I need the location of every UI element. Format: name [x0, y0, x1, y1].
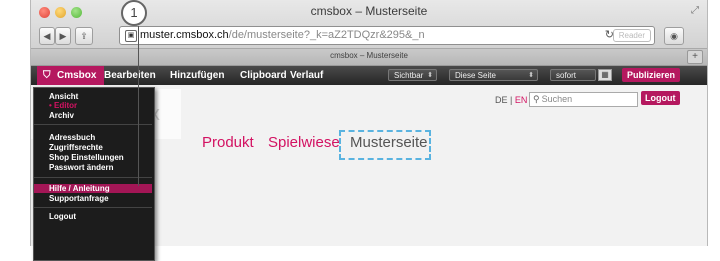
- cmsbox-dropdown-menu: Ansicht • Editor Archiv Adressbuch Zugri…: [33, 87, 155, 261]
- callout-badge: 1: [121, 0, 147, 26]
- url-text[interactable]: muster.cmsbox.ch/de/musterseite?_k=aZ2TD…: [140, 29, 425, 41]
- nav-hinzufuegen[interactable]: Hinzufügen: [170, 66, 224, 85]
- menu-item-adressbuch[interactable]: Adressbuch: [34, 133, 152, 142]
- url-host: muster.cmsbox.ch: [140, 29, 229, 41]
- menu-item-archiv[interactable]: Archiv: [34, 111, 152, 120]
- lang-separator: |: [510, 95, 513, 105]
- visibility-select-value: Sichtbar: [394, 71, 424, 80]
- select-arrows-icon: ⬍: [427, 72, 433, 79]
- new-tab-button[interactable]: +: [687, 50, 703, 64]
- lang-en[interactable]: EN: [515, 95, 528, 105]
- nav-musterseite[interactable]: Musterseite: [350, 134, 428, 151]
- search-input[interactable]: ⚲ Suchen: [529, 92, 638, 107]
- nav-verlauf[interactable]: Verlauf: [290, 66, 323, 85]
- menu-item-passwort-aendern[interactable]: Passwort ändern: [34, 163, 152, 172]
- forward-button[interactable]: ▶: [55, 27, 71, 45]
- share-button[interactable]: ⇪: [75, 27, 93, 45]
- scope-select[interactable]: Diese Seite ⬍: [449, 69, 538, 81]
- select-arrows-icon: ⬍: [528, 72, 534, 79]
- nav-clipboard[interactable]: Clipboard: [240, 66, 287, 85]
- language-switcher: DE | EN: [495, 95, 527, 105]
- address-bar[interactable]: ▣ muster.cmsbox.ch/de/musterseite?_k=aZ2…: [119, 26, 655, 45]
- visibility-select[interactable]: Sichtbar ⬍: [388, 69, 437, 81]
- downloads-button[interactable]: ◉: [664, 27, 684, 45]
- scope-select-value: Diese Seite: [455, 71, 496, 80]
- menu-divider: [34, 177, 152, 178]
- tab-title[interactable]: cmsbox – Musterseite: [31, 51, 707, 60]
- nav-spielwiese[interactable]: Spielwiese: [268, 134, 340, 151]
- reader-button[interactable]: Reader: [612, 29, 651, 42]
- cmsbox-menu-label: Cmsbox: [57, 70, 97, 81]
- shield-icon: ⛉: [43, 70, 51, 81]
- logout-button[interactable]: Logout: [641, 91, 680, 105]
- menu-item-zugriffsrechte[interactable]: Zugriffsrechte: [34, 143, 152, 152]
- publish-button[interactable]: Publizieren: [622, 68, 681, 82]
- menu-item-shop-einstellungen[interactable]: Shop Einstellungen: [34, 153, 152, 162]
- search-placeholder: Suchen: [541, 94, 573, 104]
- lang-de[interactable]: DE: [495, 95, 508, 105]
- publish-date-value: sofort: [556, 71, 577, 80]
- url-path: /de/musterseite?_k=aZ2TDQzr&295&_n: [228, 29, 425, 41]
- cms-toolbar: ⛉ Cmsbox Bearbeiten Hinzufügen Clipboard …: [31, 66, 707, 85]
- nav-produkt[interactable]: Produkt: [202, 134, 254, 151]
- site-icon: ▣: [125, 30, 137, 42]
- menu-divider: [34, 124, 152, 125]
- menu-item-supportanfrage[interactable]: Supportanfrage: [34, 194, 152, 203]
- tab-bar: cmsbox – Musterseite +: [31, 49, 707, 66]
- nav-bearbeiten[interactable]: Bearbeiten: [104, 66, 156, 85]
- menu-divider: [34, 207, 152, 208]
- publish-date-input[interactable]: sofort: [550, 69, 596, 81]
- cmsbox-menu-button[interactable]: ⛉ Cmsbox: [37, 66, 105, 85]
- search-icon: ⚲: [533, 94, 540, 104]
- menu-item-hilfe-anleitung[interactable]: Hilfe / Anleitung: [34, 184, 152, 193]
- menu-item-ansicht[interactable]: Ansicht: [34, 92, 152, 101]
- menu-item-logout[interactable]: Logout: [34, 212, 152, 221]
- back-button[interactable]: ◀: [39, 27, 55, 45]
- calendar-icon[interactable]: ▦: [598, 69, 612, 81]
- fullscreen-icon[interactable]: ⤢: [691, 5, 699, 16]
- menu-item-editor[interactable]: • Editor: [34, 101, 152, 110]
- callout-line: [138, 26, 139, 186]
